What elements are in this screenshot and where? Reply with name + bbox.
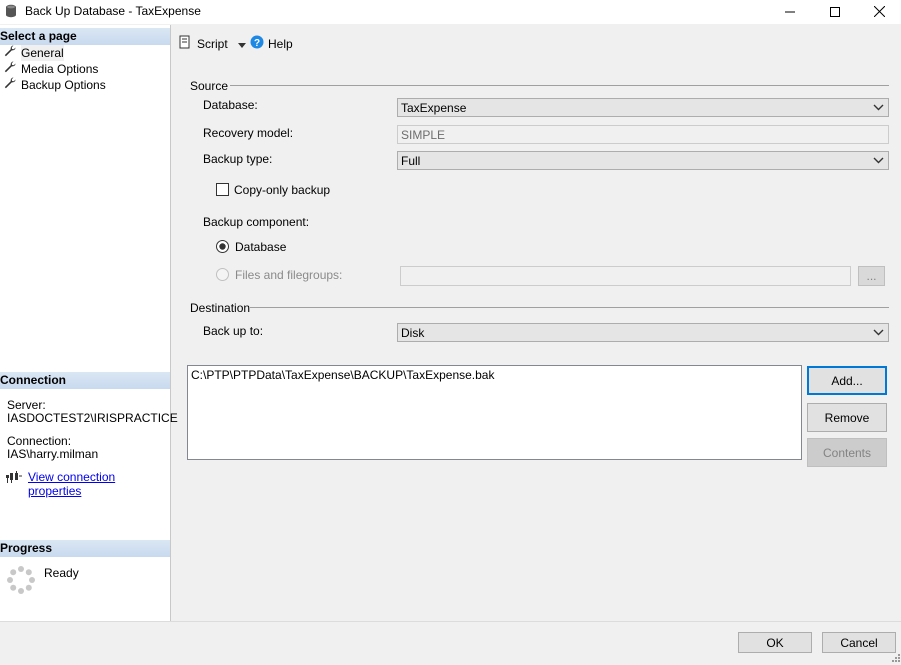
backup-type-value: Full [401,153,421,168]
progress-status: Ready [44,566,79,580]
backup-component-label: Backup component: [203,215,310,229]
backup-type-dropdown[interactable]: Full [397,151,889,170]
minimize-icon [785,4,795,20]
recovery-model-value: SIMPLE [401,127,446,142]
script-icon [179,35,193,52]
wrench-icon [4,77,16,93]
dropdown-arrow-icon [237,37,246,51]
chevron-down-icon [873,155,884,169]
chevron-down-icon [873,327,884,341]
page-backup-options-label: Backup Options [21,78,106,92]
browse-files-button[interactable]: ... [858,266,885,286]
chevron-down-icon [873,102,884,116]
add-button[interactable]: Add... [807,366,887,395]
database-radio-label: Database [235,240,287,254]
source-section-label: Source [190,79,229,93]
maximize-icon [830,4,840,20]
source-divider [230,85,889,86]
backup-type-label: Backup type: [203,152,273,166]
contents-button[interactable]: Contents [807,438,887,467]
page-general[interactable]: General [4,45,64,61]
copy-only-checkbox[interactable] [216,183,229,196]
backup-to-label: Back up to: [203,324,264,338]
browse-files-label: ... [866,269,877,283]
minimize-button[interactable] [768,0,812,24]
page-backup-options[interactable]: Backup Options [4,77,106,93]
backup-to-value: Disk [401,325,425,340]
close-icon [873,4,885,20]
contents-button-label: Contents [822,445,872,460]
resize-grip-icon[interactable] [892,651,900,665]
backup-destination-list[interactable]: C:\PTP\PTPData\TaxExpense\BACKUP\TaxExpe… [187,365,802,460]
maximize-button[interactable] [813,0,857,24]
page-general-label: General [21,45,64,61]
database-icon [5,4,17,21]
database-dropdown[interactable]: TaxExpense [397,98,889,117]
destination-section-label: Destination [190,301,251,315]
remove-button[interactable]: Remove [807,403,887,432]
svg-text:?: ? [254,38,260,49]
window-title: Back Up Database - TaxExpense [25,4,201,18]
database-value: TaxExpense [401,100,467,115]
help-label: Help [268,36,293,51]
page-media-options-label: Media Options [21,62,99,76]
server-label: Server: [7,398,46,412]
destination-divider [250,307,889,308]
recovery-model-field: SIMPLE [397,125,889,144]
copy-only-label: Copy-only backup [234,183,331,197]
database-radio[interactable] [216,240,229,256]
select-page-header: Select a page [0,28,170,45]
progress-spinner-icon [6,565,36,598]
cancel-button-label: Cancel [840,635,878,650]
ok-button-label: OK [766,635,784,650]
connection-header: Connection [0,372,170,389]
left-panel: Select a page General Media Options Back… [0,25,178,621]
server-value: IASDOCTEST2\IRISPRACTICE [7,411,178,425]
ok-button[interactable]: OK [738,632,812,653]
connection-value: IAS\harry.milman [7,447,99,461]
files-filegroups-radio[interactable] [216,268,229,284]
help-button[interactable]: ? Help [250,35,293,52]
wrench-icon [4,61,16,77]
view-connection-properties-link[interactable]: View connection properties [28,470,170,498]
title-bar: Back Up Database - TaxExpense [0,0,901,24]
connection-properties-icon [6,471,22,486]
help-icon: ? [250,35,264,52]
add-button-label: Add... [831,373,863,388]
page-media-options[interactable]: Media Options [4,61,98,77]
remove-button-label: Remove [824,410,870,425]
wrench-icon [4,45,16,61]
connection-label: Connection: [7,434,72,448]
backup-to-dropdown[interactable]: Disk [397,323,889,342]
close-button[interactable] [857,0,901,24]
files-filegroups-field [400,266,851,286]
progress-header: Progress [0,540,170,557]
cancel-button[interactable]: Cancel [822,632,896,653]
database-label: Database: [203,98,258,112]
recovery-model-label: Recovery model: [203,126,294,140]
script-button[interactable]: Script [179,35,246,52]
script-label: Script [197,36,228,51]
list-item[interactable]: C:\PTP\PTPData\TaxExpense\BACKUP\TaxExpe… [191,368,798,382]
files-filegroups-label: Files and filegroups: [235,268,343,282]
